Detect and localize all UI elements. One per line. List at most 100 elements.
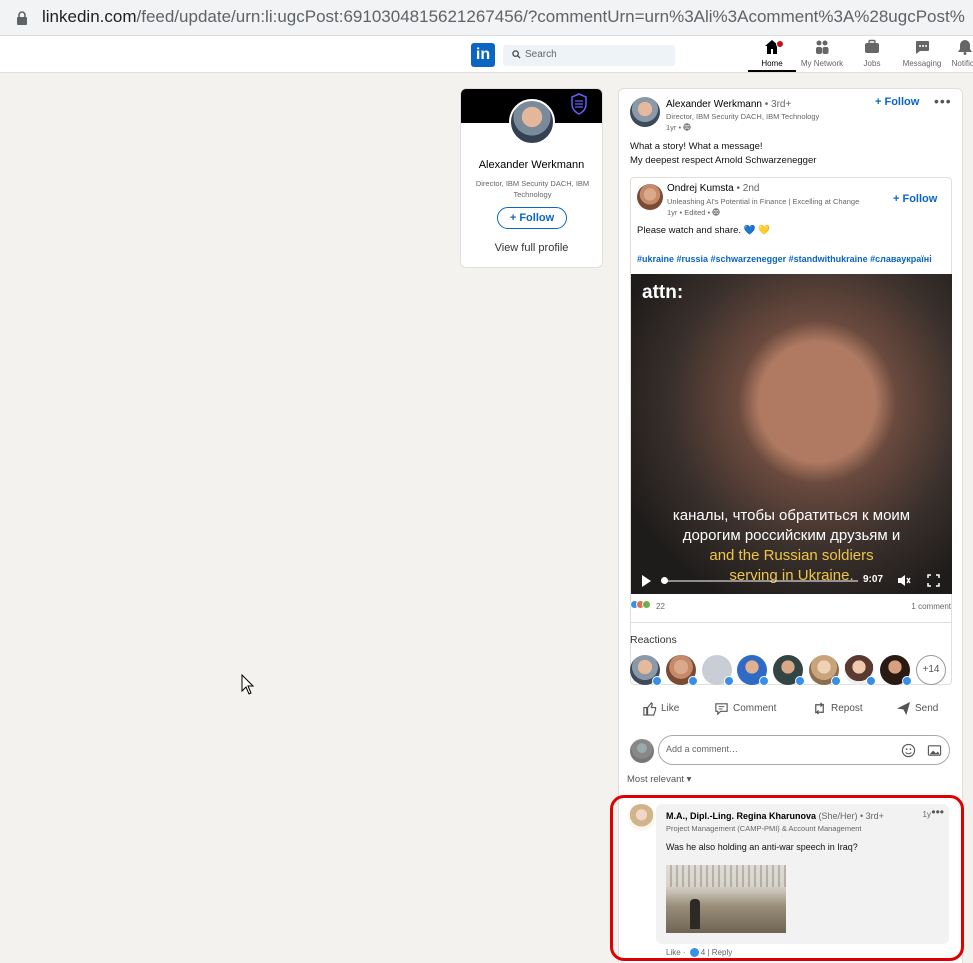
thumbs-up-icon xyxy=(643,702,657,716)
sort-comments-dropdown[interactable]: Most relevant ▾ xyxy=(627,774,691,785)
comment-input[interactable]: Add a comment… xyxy=(658,735,950,765)
like-badge-icon xyxy=(759,676,769,686)
notification-dot xyxy=(776,40,784,48)
post-time: 1yr • xyxy=(666,123,691,132)
like-badge-icon xyxy=(902,676,912,686)
shared-author-avatar[interactable] xyxy=(637,184,663,210)
like-badge-icon xyxy=(831,676,841,686)
fullscreen-icon[interactable] xyxy=(927,574,940,587)
browser-address-bar[interactable]: linkedin.com/feed/update/urn:li:ugcPost:… xyxy=(0,0,973,36)
like-button[interactable]: Like xyxy=(642,701,679,716)
more-reactors-button[interactable]: +14 xyxy=(916,655,946,685)
search-input[interactable]: Search xyxy=(503,45,675,66)
post-actions: Like Comment Repost Send xyxy=(630,701,952,721)
shared-post-text: Please watch and share. 💙 💛 xyxy=(637,225,770,236)
send-icon xyxy=(896,701,911,716)
shared-post-time: 1yr • Edited • xyxy=(667,208,720,217)
search-placeholder: Search xyxy=(525,49,557,60)
nav-home[interactable]: Home xyxy=(748,39,796,72)
video-subtitle-line2: дорогим российским друзьям и xyxy=(682,527,901,544)
comment-count[interactable]: 1 comment xyxy=(911,602,951,611)
like-badge-icon xyxy=(724,676,734,686)
nav-my-network-label: My Network xyxy=(800,59,844,68)
post-follow-button[interactable]: + Follow xyxy=(875,96,919,108)
mute-icon[interactable] xyxy=(897,574,911,587)
nav-notifications[interactable]: Notifica xyxy=(945,39,973,72)
linkedin-header: in Search Home My Network Jobs Messaging… xyxy=(0,36,973,73)
nav-jobs[interactable]: Jobs xyxy=(852,39,892,72)
post-author-name[interactable]: Alexander Werkmann • 3rd+ xyxy=(666,99,791,110)
nav-messaging-label: Messaging xyxy=(902,59,942,68)
like-label: Like xyxy=(661,703,680,715)
view-full-profile-link[interactable]: View full profile xyxy=(461,242,602,254)
profile-follow-button[interactable]: + Follow xyxy=(497,207,567,229)
post-stats: 22 1 comment xyxy=(630,600,952,614)
video-time: 9:07 xyxy=(863,574,884,585)
profile-headline: Director, IBM Security DACH, IBM Technol… xyxy=(475,179,590,199)
reaction-count[interactable]: 22 xyxy=(656,602,665,611)
post-author-name-text: Alexander Werkmann xyxy=(666,99,762,110)
video-subtitle-line3: and the Russian soldiers xyxy=(709,547,874,564)
highlight-annotation-frame xyxy=(610,795,964,961)
video-subtitle-line1: каналы, чтобы обратиться к моим xyxy=(672,507,911,524)
like-badge-icon xyxy=(795,676,805,686)
url-text[interactable]: linkedin.com/feed/update/urn:li:ugcPost:… xyxy=(42,7,965,27)
reactor-avatar[interactable] xyxy=(844,655,876,686)
send-label: Send xyxy=(915,703,939,715)
comment-button[interactable]: Comment xyxy=(714,701,776,716)
reactor-avatar[interactable] xyxy=(773,655,805,686)
repost-icon xyxy=(815,702,824,715)
nav-jobs-label: Jobs xyxy=(863,59,881,68)
image-icon[interactable] xyxy=(927,743,942,758)
like-badge-icon xyxy=(866,676,876,686)
reactor-avatar[interactable] xyxy=(630,655,662,686)
video-controls: 9:07 xyxy=(631,568,952,594)
reactor-avatar[interactable] xyxy=(809,655,841,686)
profile-name[interactable]: Alexander Werkmann xyxy=(461,159,602,171)
send-button[interactable]: Send xyxy=(896,701,938,716)
like-badge-icon xyxy=(688,676,698,686)
post-more-icon[interactable]: ••• xyxy=(934,93,952,109)
linkedin-logo[interactable]: in xyxy=(471,43,495,67)
reactor-avatar[interactable] xyxy=(737,655,769,686)
video-progress-bar[interactable] xyxy=(663,580,858,582)
lock-icon xyxy=(17,11,27,25)
reaction-icons[interactable] xyxy=(630,600,651,611)
video-scrubber-knob[interactable] xyxy=(661,577,668,584)
repost-button[interactable]: Repost xyxy=(812,701,863,716)
post-author-degree: • 3rd+ xyxy=(761,99,792,110)
post-time-text: 1yr • xyxy=(666,123,682,132)
comment-icon xyxy=(715,703,728,716)
message-icon xyxy=(916,41,929,54)
current-user-avatar xyxy=(630,739,654,763)
reactor-avatar[interactable] xyxy=(666,655,698,686)
nav-home-label: Home xyxy=(761,59,783,68)
mouse-cursor-icon xyxy=(241,674,255,695)
support-reaction-icon xyxy=(642,600,651,609)
globe-icon xyxy=(712,208,720,216)
nav-messaging[interactable]: Messaging xyxy=(898,39,946,72)
shield-icon xyxy=(571,93,587,115)
profile-avatar[interactable] xyxy=(509,99,555,145)
reactor-avatar[interactable] xyxy=(880,655,912,686)
emoji-icon[interactable] xyxy=(901,743,916,758)
play-icon[interactable] xyxy=(642,575,651,587)
video-player[interactable]: attn: каналы, чтобы обратиться к моим до… xyxy=(631,274,952,594)
briefcase-icon xyxy=(865,39,879,53)
shared-follow-button[interactable]: + Follow xyxy=(893,193,937,205)
shared-author-name[interactable]: Ondrej Kumsta • 2nd xyxy=(667,183,759,194)
shared-author-name-text: Ondrej Kumsta xyxy=(667,183,734,194)
shared-author-headline: Unleashing AI's Potential in Finance | E… xyxy=(667,197,860,206)
shared-post-hashtags[interactable]: #ukraine #russia #schwarzenegger #standw… xyxy=(637,254,932,264)
shared-post-time-text: 1yr • Edited • xyxy=(667,208,711,217)
post-author-avatar[interactable] xyxy=(630,97,660,127)
comment-input-placeholder: Add a comment… xyxy=(666,744,739,754)
comment-label: Comment xyxy=(733,703,777,715)
nav-my-network[interactable]: My Network xyxy=(798,39,846,72)
shared-author-degree: • 2nd xyxy=(733,183,760,194)
reactor-avatar[interactable] xyxy=(702,655,734,686)
post-text-line1: What a story! What a message! xyxy=(630,141,763,152)
reactions-title: Reactions xyxy=(630,634,677,646)
divider xyxy=(630,622,952,623)
post-author-headline: Director, IBM Security DACH, IBM Technol… xyxy=(666,112,820,121)
